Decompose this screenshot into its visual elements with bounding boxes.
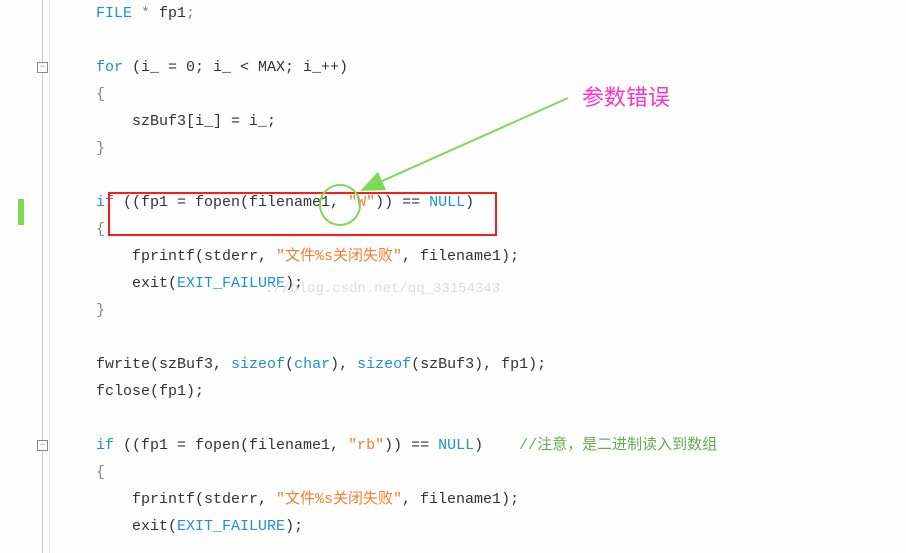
code-line: exit(EXIT_FAILURE); bbox=[60, 513, 906, 540]
code-line bbox=[60, 162, 906, 189]
code-line: for (i_ = 0; i_ < MAX; i_++) bbox=[60, 54, 906, 81]
fold-guide-line bbox=[42, 0, 43, 553]
fold-toggle[interactable] bbox=[37, 62, 48, 73]
gutter bbox=[0, 0, 50, 553]
code-line: FILE * fp1; bbox=[60, 0, 906, 27]
code-line: fprintf(stderr, "文件%s关闭失败", filename1); bbox=[60, 486, 906, 513]
code-line: } bbox=[60, 135, 906, 162]
code-line: fprintf(stderr, "文件%s关闭失败", filename1); bbox=[60, 243, 906, 270]
fold-toggle[interactable] bbox=[37, 440, 48, 451]
code-line: if ((fp1 = fopen(filename1, "W")) == NUL… bbox=[60, 189, 906, 216]
code-line: { bbox=[60, 81, 906, 108]
code-line: { bbox=[60, 216, 906, 243]
code-line: exit(EXIT_FAILURE); bbox=[60, 270, 906, 297]
change-marker bbox=[18, 199, 24, 225]
code-line: { bbox=[60, 459, 906, 486]
code-line: szBuf3[i_] = i_; bbox=[60, 108, 906, 135]
code-line bbox=[60, 27, 906, 54]
code-line: if ((fp1 = fopen(filename1, "rb")) == NU… bbox=[60, 432, 906, 459]
code-line: fclose(fp1); bbox=[60, 378, 906, 405]
code-line: } bbox=[60, 297, 906, 324]
code-editor[interactable]: FILE * fp1; for (i_ = 0; i_ < MAX; i_++)… bbox=[60, 0, 906, 553]
code-line: fwrite(szBuf3, sizeof(char), sizeof(szBu… bbox=[60, 351, 906, 378]
code-line bbox=[60, 405, 906, 432]
code-line bbox=[60, 324, 906, 351]
